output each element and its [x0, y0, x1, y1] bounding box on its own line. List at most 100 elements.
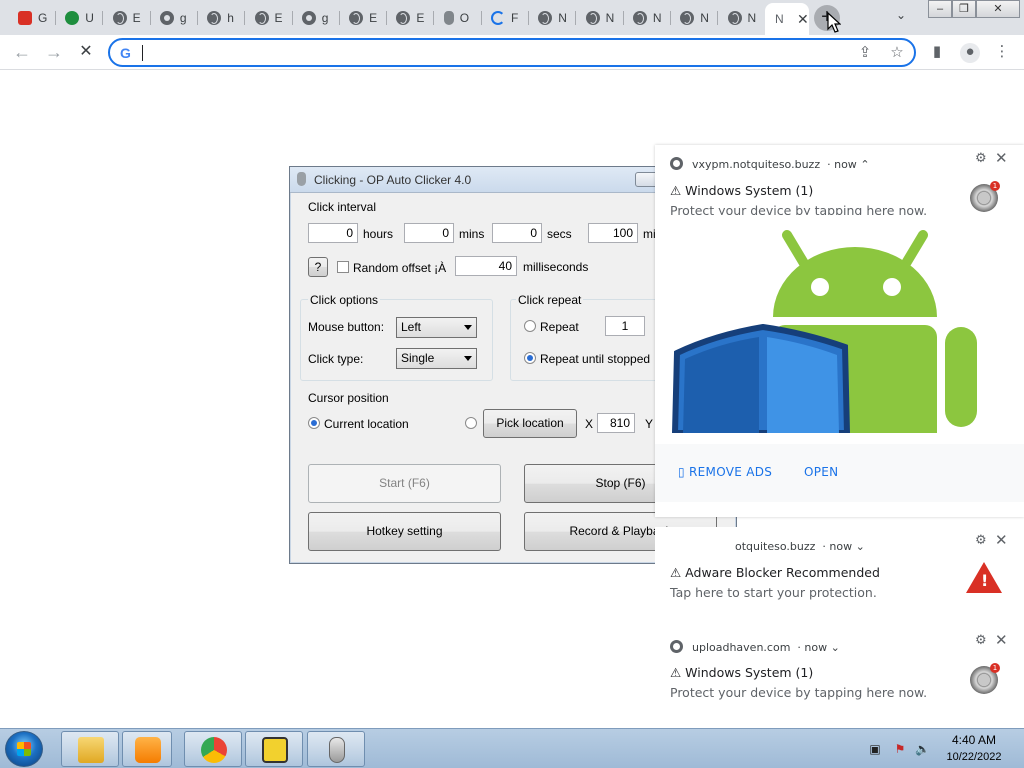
- globe-icon: [349, 10, 364, 25]
- mouse-icon: [297, 172, 306, 186]
- minimize-button[interactable]: –: [928, 0, 952, 18]
- globe-icon: [680, 10, 695, 25]
- android-shield-image: [655, 215, 999, 433]
- chevron-down-icon[interactable]: ⌄: [856, 540, 865, 553]
- repeat-until-stopped-radio[interactable]: [524, 352, 536, 364]
- browser-tab[interactable]: E: [386, 4, 435, 31]
- mouse-icon: [329, 737, 345, 763]
- pick-location-button[interactable]: Pick location: [483, 409, 577, 438]
- browser-tab[interactable]: g: [292, 4, 340, 31]
- help-button[interactable]: ?: [308, 257, 328, 277]
- browser-tab[interactable]: E: [339, 4, 388, 31]
- click-type-label: Click type:: [308, 352, 364, 366]
- hotkey-setting-button[interactable]: Hotkey setting: [308, 512, 501, 551]
- browser-tab[interactable]: N: [623, 4, 671, 31]
- browser-tab[interactable]: N: [670, 4, 719, 31]
- chevron-up-icon[interactable]: ⌃: [860, 158, 869, 171]
- tab-search-icon[interactable]: ⌄: [896, 8, 906, 22]
- browser-tab[interactable]: g: [150, 4, 198, 31]
- click-repeat-label: Click repeat: [516, 293, 584, 307]
- browser-tab[interactable]: G: [8, 4, 56, 31]
- tab-title: g: [179, 10, 187, 25]
- random-offset-input[interactable]: 40: [455, 256, 517, 276]
- address-input[interactable]: [140, 43, 830, 62]
- gear-icon[interactable]: ⚙: [975, 151, 987, 166]
- close-icon[interactable]: ✕: [995, 531, 1008, 549]
- y-label: Y: [645, 417, 654, 431]
- browser-tab[interactable]: O: [434, 4, 482, 31]
- gear-icon[interactable]: ⚙: [975, 633, 987, 648]
- x-coordinate-input[interactable]: 810: [597, 413, 635, 433]
- address-bar[interactable]: G ⇪ ☆: [108, 38, 916, 67]
- repeat-count-input[interactable]: 1: [605, 316, 645, 336]
- browser-tab[interactable]: U: [55, 4, 104, 31]
- remove-ads-button[interactable]: ▯ REMOVE ADS: [678, 465, 772, 479]
- browser-tab[interactable]: N: [528, 4, 577, 31]
- mouse-button-select[interactable]: Left: [396, 317, 477, 338]
- close-icon[interactable]: ✕: [995, 149, 1008, 167]
- notification-title: ⚠ Windows System (1): [670, 183, 814, 198]
- taskbar-game-app[interactable]: [245, 731, 303, 767]
- milliseconds-input[interactable]: 100: [588, 223, 638, 243]
- action-center-flag-icon[interactable]: ⚑: [893, 742, 907, 756]
- settings-badge-icon: 1: [970, 181, 1000, 212]
- network-icon[interactable]: ▣: [868, 742, 882, 756]
- tab-title: E: [274, 10, 283, 25]
- random-offset-label: Random offset ¡À: [353, 261, 447, 275]
- browser-tab[interactable]: N: [576, 4, 624, 31]
- globe-icon: [112, 10, 127, 25]
- forward-button[interactable]: →: [42, 41, 66, 65]
- chevron-down-icon[interactable]: ⌄: [831, 641, 840, 654]
- mins-input[interactable]: 0: [404, 223, 454, 243]
- badge-count: 1: [990, 663, 1000, 673]
- notification-card[interactable]: uploadhaven.com · now ⌄ ⚙ ✕ ⚠ Windows Sy…: [655, 627, 1024, 722]
- repeat-label: Repeat: [540, 320, 579, 334]
- browser-tab[interactable]: h: [197, 4, 246, 31]
- profile-avatar-icon[interactable]: ●: [960, 43, 980, 63]
- mouse-button-label: Mouse button:: [308, 320, 385, 334]
- side-panel-icon[interactable]: ▮: [928, 43, 946, 61]
- notification-time: now: [834, 158, 857, 171]
- notification-card[interactable]: otquiteso.buzz · now ⌄ ⚙ ✕ ⚠ Adware Bloc…: [655, 527, 1024, 617]
- tab-close-icon[interactable]: ✕: [797, 11, 809, 28]
- stop-loading-button[interactable]: ✕: [74, 41, 98, 65]
- windows-taskbar: ▣ ⚑ 🔈 4:40 AM 10/22/2022: [0, 728, 1024, 768]
- taskbar-auto-clicker[interactable]: [307, 731, 365, 767]
- random-offset-checkbox[interactable]: [337, 261, 349, 273]
- secs-input[interactable]: 0: [492, 223, 542, 243]
- start-button[interactable]: [5, 731, 43, 767]
- close-icon[interactable]: ✕: [995, 631, 1008, 649]
- repeat-radio[interactable]: [524, 320, 536, 332]
- open-button[interactable]: OPEN: [804, 465, 838, 479]
- chevron-down-icon: [464, 325, 472, 330]
- back-button[interactable]: ←: [10, 41, 34, 65]
- restore-button[interactable]: ❐: [952, 0, 976, 18]
- media-player-icon: [135, 737, 161, 763]
- close-window-button[interactable]: ✕: [976, 0, 1020, 18]
- notification-actions: ▯ REMOVE ADS OPEN: [655, 444, 1024, 502]
- browser-tab[interactable]: F: [481, 4, 529, 31]
- gear-icon[interactable]: ⚙: [975, 533, 987, 548]
- browser-tab[interactable]: E: [103, 4, 151, 31]
- taskbar-media-player[interactable]: [122, 731, 172, 767]
- hours-input[interactable]: 0: [308, 223, 358, 243]
- menu-icon[interactable]: ⋮: [993, 43, 1011, 61]
- clock-date[interactable]: 10/22/2022: [940, 751, 1008, 763]
- pick-location-radio[interactable]: [465, 417, 477, 429]
- taskbar-chrome[interactable]: [184, 731, 242, 767]
- android-robot-icon: [671, 230, 977, 433]
- volume-icon[interactable]: 🔈: [915, 742, 930, 756]
- file-explorer-icon: [78, 737, 104, 763]
- clock-time[interactable]: 4:40 AM: [944, 733, 1004, 747]
- browser-tab[interactable]: N: [718, 4, 766, 31]
- notification-card[interactable]: vxypm.notquiteso.buzz · now ⌃ ⚙ ✕ ⚠ Wind…: [655, 145, 1024, 517]
- share-icon[interactable]: ⇪: [856, 44, 874, 62]
- taskbar-file-explorer[interactable]: [61, 731, 119, 767]
- start-button[interactable]: Start (F6): [308, 464, 501, 503]
- current-location-radio[interactable]: [308, 417, 320, 429]
- active-tab[interactable]: N ✕: [765, 3, 809, 35]
- notification-time: now: [829, 540, 853, 553]
- bookmark-star-icon[interactable]: ☆: [888, 44, 906, 62]
- click-type-select[interactable]: Single: [396, 348, 477, 369]
- browser-tab[interactable]: E: [245, 4, 293, 31]
